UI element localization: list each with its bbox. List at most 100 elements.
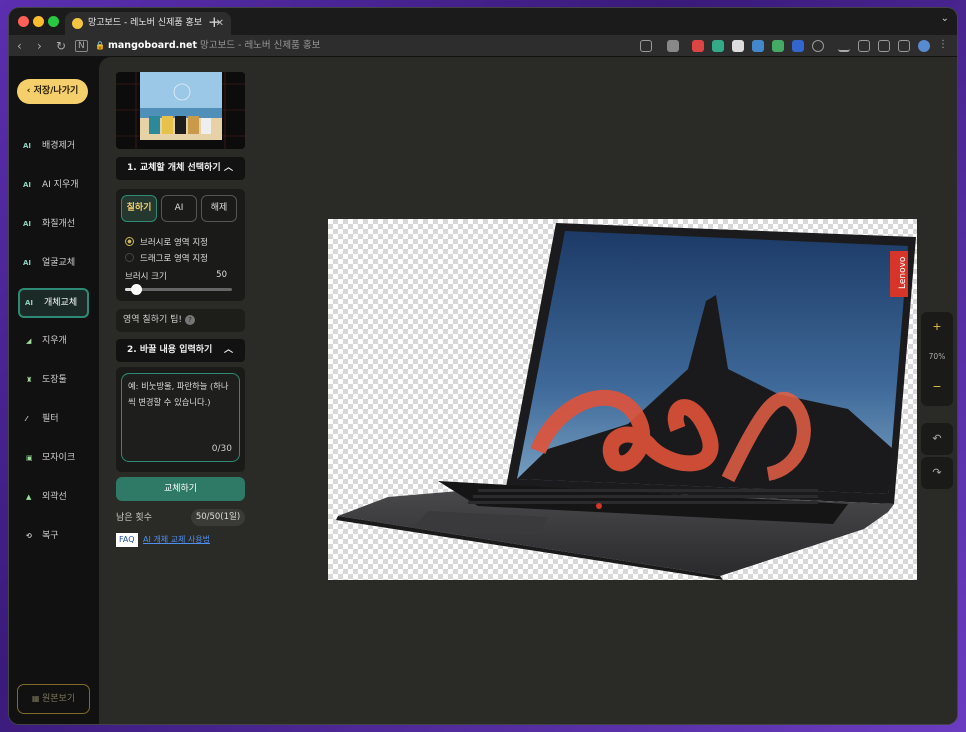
screen-icon[interactable] [858,40,870,52]
tool-outline[interactable]: ▲ 외곽선 [18,483,89,511]
new-tab-button[interactable]: + [208,12,221,32]
redo-button[interactable]: ↷ [921,457,953,489]
extension-blue-icon[interactable] [792,40,804,52]
tool-background-remove[interactable]: AI 배경제거 [18,132,89,160]
tool-label: AI 지우개 [42,180,79,190]
mode-label: 해제 [210,203,228,213]
editor-app: ‹ 저장/나가기 AI 배경제거 AI AI 지우개 AI 화질개선 AI 얼굴교체 A… [9,57,957,724]
tool-face-swap[interactable]: AI 얼굴교체 [18,249,89,277]
lenovo-logo-text: Lenovo [898,256,908,289]
remaining-count-badge: 50/50(1일) [191,509,245,526]
tool-stamp[interactable]: ♜ 도장툴 [18,366,89,394]
outline-icon: ▲ [26,493,32,501]
close-window-button[interactable] [18,16,29,27]
tool-ai-eraser[interactable]: AI AI 지우개 [18,171,89,199]
mode-label: AI [174,203,184,213]
tool-label: 화질개선 [42,219,76,229]
section-input-content-header[interactable]: 2. 바꿀 내용 입력하기 ︿ [116,339,245,362]
brush-size-value: 50 [216,270,227,280]
tool-label: 외곽선 [42,492,67,502]
mode-clear-button[interactable]: 해제 [201,195,237,222]
tool-mosaic[interactable]: ▣ 모자이크 [18,444,89,472]
faq-link[interactable]: AI 개체 교체 사용법 [143,533,210,547]
section1-title: 1. 교체할 개체 선택하기 [127,163,221,173]
mode-paint-button[interactable]: 칠하기 [121,195,157,222]
textarea-placeholder: 예: 비눗방울, 파란하늘 (하나씩 변경할 수 있습니다.) [128,381,229,407]
tool-object-replace[interactable]: AI 개체교체 [18,288,89,318]
home-icon[interactable]: N [75,40,88,52]
zoom-in-button[interactable]: + [921,320,953,333]
maximize-window-button[interactable] [48,16,59,27]
radio-drag[interactable] [125,253,134,262]
ai-icon: AI [23,220,32,228]
extension-green-shield-icon[interactable] [712,40,724,52]
tool-label: 도장툴 [42,375,67,385]
browser-tab[interactable]: 망고보드 - 레노버 신제품 홍보 ✕ [65,12,231,35]
original-view-button[interactable]: ▦ 원본보기 [17,684,90,714]
minimize-window-button[interactable] [33,16,44,27]
extension-green-icon[interactable] [772,40,784,52]
tool-eraser[interactable]: ◢ 지우개 [18,327,89,355]
mode-ai-button[interactable]: AI [161,195,197,222]
brush-size-label: 브러시 크기 [125,272,167,282]
paint-tip-button[interactable]: 영역 칠하기 팁!? [116,309,245,332]
input-content-box: 예: 비눗방울, 파란하늘 (하나씩 변경할 수 있습니다.) 0/30 [116,367,245,472]
preview-thumbnail[interactable] [116,72,245,149]
back-icon[interactable]: ‹ [17,38,22,54]
reload-icon[interactable]: ↻ [56,38,66,54]
extension-red-icon[interactable] [692,40,704,52]
image-canvas[interactable]: Lenovo [328,219,917,580]
save-exit-button[interactable]: ‹ 저장/나가기 [17,79,88,104]
chevron-up-icon: ︿ [223,163,233,173]
replace-content-textarea[interactable]: 예: 비눗방울, 파란하늘 (하나씩 변경할 수 있습니다.) 0/30 [121,373,240,462]
thumbnail-image [116,72,245,149]
address-bar: ‹ › ↻ N 🔒 mangoboard.net 망고보드 - 레노버 신제품 … [9,35,957,57]
radio-drag-label: 드래그로 영역 지정 [140,254,208,264]
restore-icon: ⟲ [26,532,32,540]
chevron-left-icon: ‹ [26,86,34,96]
left-toolbar: ‹ 저장/나가기 AI 배경제거 AI AI 지우개 AI 화질개선 AI 얼굴교체 A… [9,57,99,724]
extension-puzzle-icon[interactable] [667,40,679,52]
tool-filter[interactable]: ⁄ 필터 [18,405,89,433]
extension-white-icon[interactable] [732,40,744,52]
tab-list-chevron-icon[interactable]: ⌄ [941,13,949,24]
mango-favicon-icon [72,18,83,29]
extension-gear-icon[interactable] [812,40,824,52]
stamp-icon: ♜ [26,376,33,384]
section-select-object-header[interactable]: 1. 교체할 개체 선택하기 ︿ [116,157,245,180]
replace-button[interactable]: 교체하기 [116,477,245,501]
radio-brush[interactable] [125,237,134,246]
sidebar-icon[interactable] [898,40,910,52]
url-domain: mangoboard.net [108,40,197,51]
brush-size-slider[interactable] [125,284,232,295]
tool-upscale[interactable]: AI 화질개선 [18,210,89,238]
char-count: 0/30 [211,444,232,454]
laptop-image: Lenovo [336,223,916,580]
tool-restore[interactable]: ⟲ 복구 [18,522,89,550]
section2-title: 2. 바꿀 내용 입력하기 [127,345,213,355]
brush-size-knob[interactable] [130,284,142,295]
select-object-box: 칠하기 AI 해제 브러시로 영역 지정 드래그로 영역 지정 브러시 크기 5… [116,189,245,301]
tool-label: 지우개 [42,336,67,346]
profile-avatar-icon[interactable] [918,40,930,52]
share-icon[interactable] [640,40,652,52]
zoom-out-button[interactable]: − [921,380,953,393]
tool-label: 얼굴교체 [42,258,76,268]
forward-icon[interactable]: › [37,38,42,54]
tool-label: 배경제거 [42,141,76,151]
url-page-title: 망고보드 - 레노버 신제품 홍보 [200,40,321,51]
ai-icon: AI [25,299,34,307]
undo-button[interactable]: ↶ [921,423,953,455]
download-icon[interactable] [838,40,850,52]
url-field[interactable]: 🔒 mangoboard.net 망고보드 - 레노버 신제품 홍보 [95,38,655,54]
tab-title: 망고보드 - 레노버 신제품 홍보 [88,18,203,28]
tool-label: 필터 [42,414,59,424]
zoom-control: + 70% − [921,312,953,406]
zoom-value: 70% [928,352,946,361]
editor-panel: 1. 교체할 개체 선택하기 ︿ 칠하기 AI 해제 브러시로 영역 지정 드래… [99,57,957,724]
more-menu-icon[interactable]: ⋮ [938,40,950,52]
mosaic-icon: ▣ [26,454,33,462]
capture-icon[interactable] [878,40,890,52]
ai-icon: AI [23,259,32,267]
extension-translate-icon[interactable] [752,40,764,52]
